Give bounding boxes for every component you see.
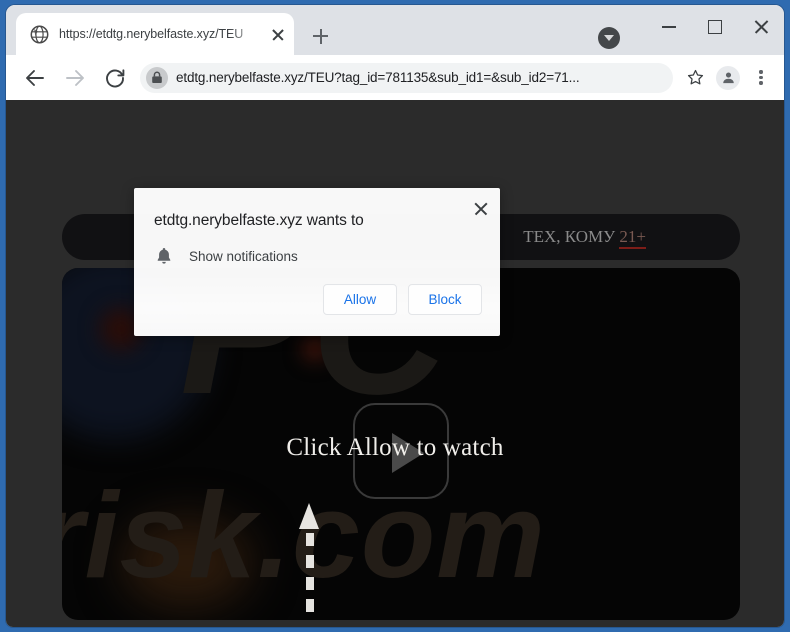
arrow-dash (305, 555, 314, 568)
arrow-dash (305, 577, 314, 590)
back-button[interactable] (20, 63, 50, 93)
window-controls (646, 5, 784, 49)
screen: https://etdtg.nerybelfaste.xyz/TEU etdtg… (0, 0, 790, 632)
allow-button[interactable]: Allow (323, 284, 397, 315)
new-tab-button[interactable] (306, 22, 334, 50)
arrow-dash (305, 533, 314, 546)
close-window-button[interactable] (738, 5, 784, 49)
tab-strip: https://etdtg.nerybelfaste.xyz/TEU (6, 5, 784, 55)
browser-window: https://etdtg.nerybelfaste.xyz/TEU etdtg… (6, 5, 784, 627)
address-bar[interactable]: etdtg.nerybelfaste.xyz/TEU?tag_id=781135… (140, 62, 673, 93)
notification-permission-dialog: etdtg.nerybelfaste.xyz wants to Show not… (134, 188, 500, 336)
downloads-indicator-icon[interactable] (598, 27, 620, 49)
dialog-title: etdtg.nerybelfaste.xyz wants to (154, 212, 364, 229)
dialog-permission-row: Show notifications (154, 246, 298, 266)
browser-toolbar: etdtg.nerybelfaste.xyz/TEU?tag_id=781135… (6, 55, 784, 100)
close-tab-icon[interactable] (268, 24, 288, 44)
minimize-button[interactable] (646, 5, 692, 49)
page-viewport: ТЕХ, КОМУ 21+ PC risk.com Click Allow to… (6, 100, 784, 627)
forward-button[interactable] (60, 63, 90, 93)
menu-dot (759, 81, 763, 85)
arrow-up-icon (299, 503, 319, 612)
decorative-blob (302, 336, 328, 362)
browser-tab[interactable]: https://etdtg.nerybelfaste.xyz/TEU (16, 13, 294, 55)
menu-dot (759, 75, 763, 80)
tab-title: https://etdtg.nerybelfaste.xyz/TEU (59, 27, 244, 41)
dialog-permission-text: Show notifications (189, 248, 298, 264)
block-button[interactable]: Block (408, 284, 482, 315)
chevron-down-icon (604, 35, 614, 41)
banner-text: ТЕХ, КОМУ 21+ (523, 227, 646, 249)
cta-text: Click Allow to watch (286, 434, 504, 461)
profile-button[interactable] (713, 63, 743, 93)
close-icon[interactable] (470, 198, 492, 220)
bell-icon (154, 246, 174, 266)
banner-age-badge: 21+ (619, 227, 646, 249)
reload-button[interactable] (100, 63, 130, 93)
arrow-dash (305, 599, 314, 612)
bookmark-star-icon[interactable] (680, 63, 710, 93)
menu-dot (759, 70, 763, 74)
banner-text-prefix: ТЕХ, КОМУ (523, 227, 620, 246)
globe-icon (30, 25, 49, 44)
dialog-actions: Allow Block (323, 284, 482, 315)
lock-icon (146, 66, 168, 89)
avatar (716, 65, 740, 90)
decorative-blob (122, 518, 252, 608)
maximize-button[interactable] (692, 5, 738, 49)
browser-menu-button[interactable] (746, 63, 776, 93)
address-bar-url: etdtg.nerybelfaste.xyz/TEU?tag_id=781135… (176, 70, 580, 85)
arrow-head (299, 503, 319, 529)
